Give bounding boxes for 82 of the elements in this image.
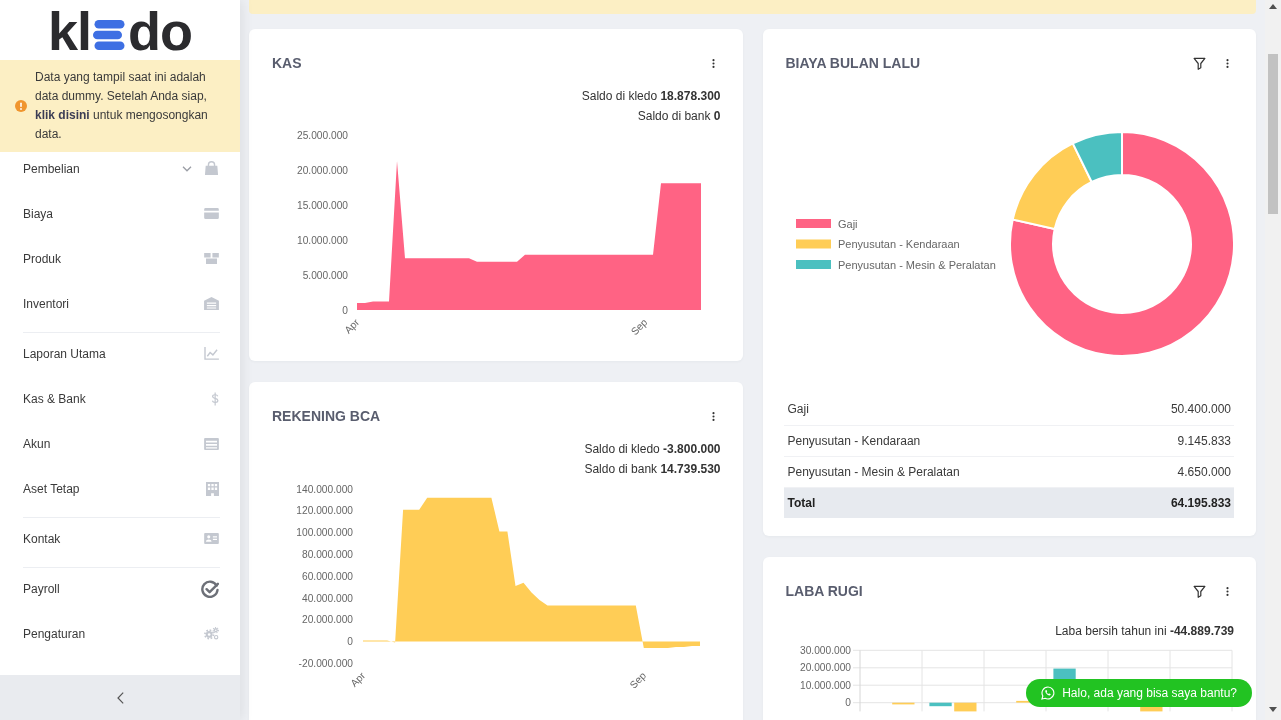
scrollbar-thumb[interactable] [1268,54,1278,214]
kebab-menu-icon [1225,57,1229,69]
balance-text: Saldo di kledo 18.878.300 [580,88,721,105]
chevron-left-icon [116,691,124,704]
notice-text: Data yang tampil saat ini adalah data dummy. Setelah Anda siap, klik disini untuk mengosongkan data. [35,69,209,143]
logo-text: kl [48,4,92,58]
building-icon [206,481,219,496]
axis-tick-label: 25.000.000 [297,129,348,141]
axis-tick-label: 60.000.000 [302,570,353,582]
axis-tick-label: 80.000.000 [302,549,353,560]
balance-text: Saldo di kledo -3.800.000 [583,441,721,458]
axis-tick-label: -20.000.000 [298,657,353,669]
axis-tick-label: 20.000.000 [799,662,851,674]
balance-text: Saldo di bank 0 [636,108,721,125]
scroll-down-arrow-icon [1269,707,1277,712]
scroll-up-arrow-icon [1269,4,1277,9]
axis-tick-label: 10.000.000 [799,679,851,691]
summary-text: Laba bersih tahun ini -44.889.739 [1054,623,1234,640]
table-cell: Penyusutan - Mesin & Peralatan [783,456,1112,487]
menu-item[interactable]: Payroll [0,572,240,605]
gears-icon [204,627,219,640]
axis-tick-label: 40.000.000 [302,592,353,604]
boxes-icon [204,253,219,264]
legend-label: Gaji [837,217,858,230]
legend-label: Penyusutan - Mesin & Peralatan [837,258,996,271]
axis-tick-label: 20.000.000 [302,614,353,626]
kebab-menu-icon [1225,585,1229,597]
menu-item[interactable]: Pengaturan [0,617,240,650]
menu-item[interactable]: Kontak [0,522,240,555]
filter-icon [1192,584,1206,598]
warning-icon [15,100,27,112]
bag-icon [204,161,219,176]
table-cell: 4.650.000 [1111,456,1234,487]
table-cell: Gaji [783,394,1112,425]
menu-item[interactable]: Akun [0,427,240,460]
filter-icon [1192,56,1206,70]
menu-item[interactable]: Inventori [0,287,240,320]
widget-title: REKENING BCA [272,407,381,426]
credit-card-icon [204,208,219,219]
axis-tick-label: 0 [342,304,348,316]
table-cell: Total [783,487,1112,518]
table-cell: Penyusutan - Kendaraan [783,425,1112,456]
axis-tick-label: 5.000.000 [302,269,348,281]
axis-tick-label: 140.000.000 [296,483,353,495]
axis-tick-label: Apr [342,316,362,336]
axis-tick-label: Apr [348,669,368,689]
menu-item[interactable]: Kas & Bank [0,382,240,415]
axis-tick-label: 20.000.000 [297,164,348,176]
menu-item[interactable]: Laporan Utama [0,337,240,370]
axis-tick-label: Sep [627,669,649,691]
widget-title: BIAYA BULAN LALU [785,54,921,73]
menu-item[interactable]: Produk [0,242,240,275]
axis-tick-label: 30.000.000 [799,644,851,656]
logo-mark-icon [93,20,126,50]
axis-tick-label: 10.000.000 [297,234,348,246]
line-chart-icon [204,347,219,360]
balance-text: Saldo di bank 14.739.530 [583,461,721,478]
menu-item[interactable]: Biaya [0,197,240,230]
axis-tick-label: 0 [844,697,851,709]
axis-tick-label: 0 [347,636,353,648]
axis-tick-label: 100.000.000 [296,527,353,539]
kebab-menu-icon [712,57,715,69]
menu-item[interactable]: Pembelian [0,152,240,185]
link[interactable]: klik disini [35,108,90,122]
widget-title: LABA RUGI [785,582,863,601]
table-cell: 50.400.000 [1111,394,1234,425]
legend-label: Penyusutan - Kendaraan [837,238,960,250]
id-card-icon [204,533,219,544]
axis-tick-label: Sep [628,316,650,338]
check-circle-icon [201,579,219,598]
axis-tick-label: 120.000.000 [296,505,353,517]
axis-tick-label: 15.000.000 [297,199,348,211]
table-icon [204,437,219,450]
logo-text: do [128,4,192,58]
menu-item[interactable]: Aset Tetap [0,472,240,505]
table-cell: 64.195.833 [1111,487,1234,518]
whatsapp-icon [1041,686,1056,700]
warehouse-icon [204,297,219,310]
widget-title: KAS [272,54,302,73]
kebab-menu-icon [712,410,715,422]
dollar-icon [211,391,219,406]
table-cell: 9.145.833 [1111,425,1234,456]
